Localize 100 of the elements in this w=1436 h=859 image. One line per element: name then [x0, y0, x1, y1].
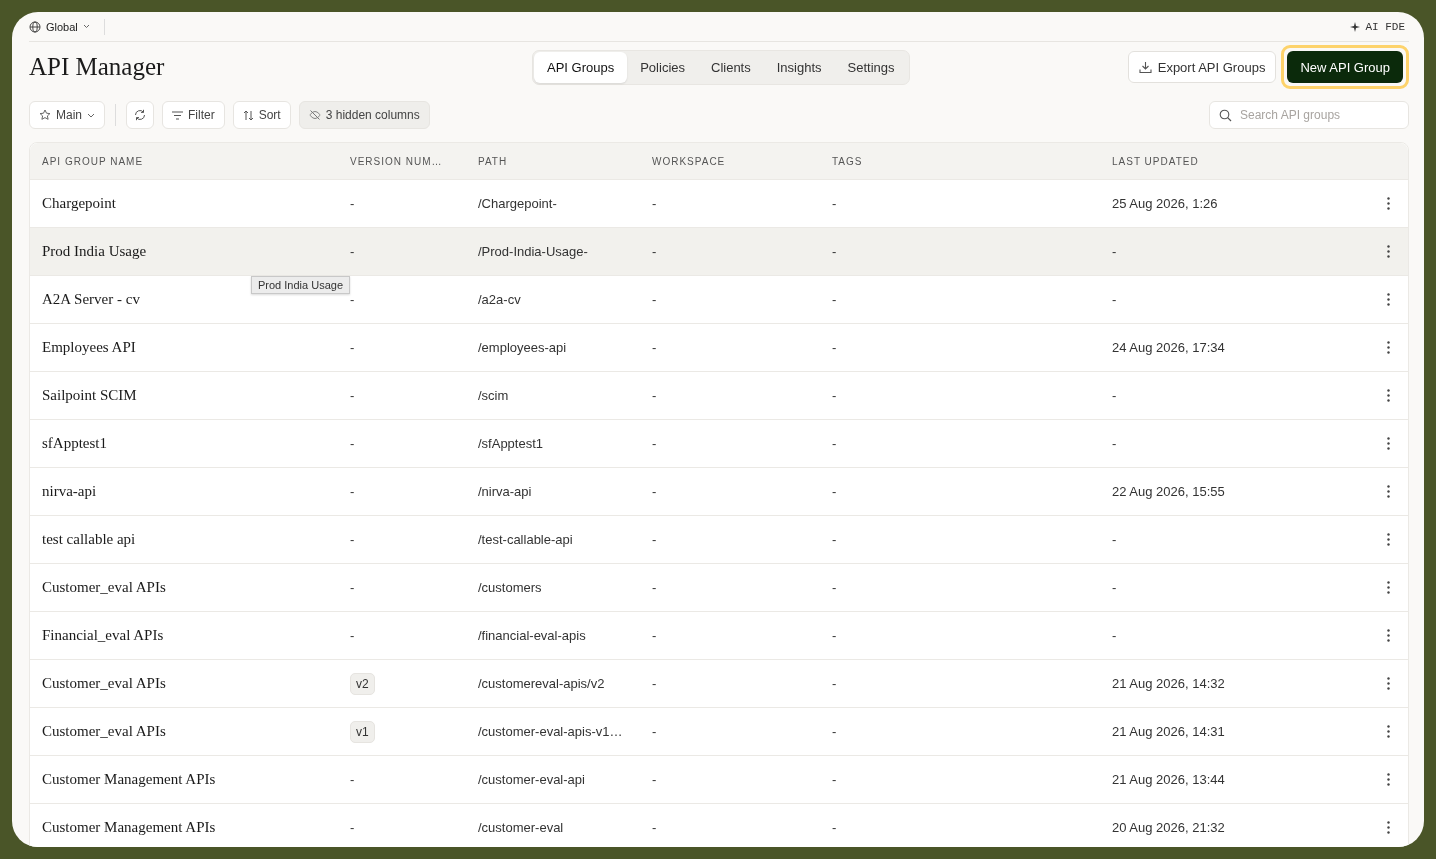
- new-group-button[interactable]: New API Group: [1287, 51, 1403, 83]
- path-text: /customers: [478, 580, 542, 595]
- path-text: /Prod-India-Usage-: [478, 244, 588, 259]
- updated-text: 24 Aug 2026, 17:34: [1112, 340, 1225, 355]
- tags-text: -: [832, 580, 837, 595]
- updated-text: -: [1112, 580, 1117, 595]
- assistant-button[interactable]: AI FDE: [1350, 20, 1409, 33]
- tags-text: -: [832, 292, 837, 307]
- more-icon[interactable]: [1386, 581, 1390, 594]
- workspace-text: -: [652, 628, 657, 643]
- table-row[interactable]: Customer_eval APIs v1 /customer-eval-apis-v1… - - 21 Aug 2026, 14:31: [30, 707, 1408, 755]
- updated-text: 20 Aug 2026, 21:32: [1112, 820, 1225, 835]
- tags-text: -: [832, 436, 837, 451]
- version-tag: v2: [350, 672, 375, 695]
- group-name: test callable api: [42, 531, 136, 548]
- download-icon: [1138, 60, 1152, 74]
- group-name: nirva-api: [42, 483, 97, 500]
- workspace-text: -: [652, 724, 657, 739]
- updated-text: 21 Aug 2026, 14:32: [1112, 676, 1225, 691]
- sort-button[interactable]: Sort: [232, 101, 291, 129]
- more-icon[interactable]: [1386, 197, 1390, 210]
- more-icon[interactable]: [1386, 533, 1390, 546]
- group-name: Prod India Usage: [42, 243, 147, 260]
- version-text: -: [350, 580, 355, 595]
- column-header: API GROUP NAME: [42, 155, 145, 167]
- refresh-icon: [133, 108, 147, 122]
- more-icon[interactable]: [1386, 341, 1390, 354]
- table-row[interactable]: Customer_eval APIs - /customers - - -: [30, 563, 1408, 611]
- column-header: LAST UPDATED: [1112, 155, 1200, 167]
- more-icon[interactable]: [1386, 389, 1390, 402]
- workspace-text: -: [652, 580, 657, 595]
- updated-text: 21 Aug 2026, 14:31: [1112, 724, 1225, 739]
- version-text: -: [350, 196, 355, 211]
- updated-text: -: [1112, 628, 1117, 643]
- tab[interactable]: Policies: [627, 51, 698, 83]
- more-icon[interactable]: [1386, 677, 1390, 690]
- table-row[interactable]: Financial_eval APIs - /financial-eval-apis - - -: [30, 611, 1408, 659]
- more-icon[interactable]: [1386, 629, 1390, 642]
- table-row[interactable]: Sailpoint SCIM - /scim - - -: [30, 371, 1408, 419]
- group-name: Chargepoint: [42, 195, 116, 212]
- more-icon[interactable]: [1386, 725, 1390, 738]
- view-selector[interactable]: Main: [29, 101, 105, 129]
- group-name: Financial_eval APIs: [42, 627, 164, 644]
- more-icon[interactable]: [1386, 437, 1390, 450]
- path-text: /employees-api: [478, 340, 567, 355]
- version-text: -: [350, 820, 355, 835]
- group-name: Sailpoint SCIM: [42, 387, 137, 404]
- tags-text: -: [832, 820, 837, 835]
- globe-icon: [29, 20, 41, 33]
- tags-text: -: [832, 388, 837, 403]
- table-row[interactable]: Customer Management APIs - /customer-eval - - 20 Aug 2026, 21:32: [30, 803, 1408, 847]
- tags-text: -: [832, 484, 837, 499]
- table-row[interactable]: nirva-api - /nirva-api - - 22 Aug 2026, 15:55: [30, 467, 1408, 515]
- hidden-columns-button[interactable]: 3 hidden columns: [298, 101, 430, 129]
- path-text: /sfApptest1: [478, 436, 544, 451]
- path-text: /nirva-api: [478, 484, 532, 499]
- workspace-text: -: [652, 820, 657, 835]
- tab[interactable]: Insights: [763, 51, 835, 83]
- tags-text: -: [832, 628, 837, 643]
- version-text: -: [350, 532, 355, 547]
- more-icon[interactable]: [1386, 245, 1390, 258]
- star-icon: [39, 109, 51, 121]
- path-text: /Chargepoint-: [478, 196, 557, 211]
- more-icon[interactable]: [1386, 773, 1390, 786]
- filter-button[interactable]: Filter: [162, 101, 225, 129]
- scope-selector[interactable]: Global: [29, 20, 90, 33]
- table-row[interactable]: Prod India Usage - /Prod-India-Usage- - - -: [30, 227, 1408, 275]
- more-icon[interactable]: [1386, 485, 1390, 498]
- workspace-text: -: [652, 772, 657, 787]
- search-field[interactable]: Search API groups: [1209, 101, 1409, 129]
- group-name: Customer_eval APIs: [42, 723, 166, 740]
- version-text: -: [350, 244, 355, 259]
- more-icon[interactable]: [1386, 821, 1390, 834]
- page-title: API Manager: [29, 53, 165, 81]
- path-text: /test-callable-api: [478, 532, 573, 547]
- version-text: -: [350, 484, 355, 499]
- caret-icon: [87, 112, 95, 118]
- tab[interactable]: Settings: [834, 51, 908, 83]
- path-text: /customereval-apis/v2: [478, 676, 605, 691]
- tab[interactable]: API Groups: [534, 51, 628, 83]
- workspace-text: -: [652, 292, 657, 307]
- table-row[interactable]: Employees API - /employees-api - - 24 Aug 2026, 17:34: [30, 323, 1408, 371]
- export-button[interactable]: Export API Groups: [1127, 51, 1277, 83]
- more-icon[interactable]: [1386, 293, 1390, 306]
- column-header: PATH: [478, 155, 509, 167]
- workspace-text: -: [652, 484, 657, 499]
- group-name: sfApptest1: [42, 435, 107, 452]
- table-row[interactable]: Customer_eval APIs v2 /customereval-apis/v2 - - 21 Aug 2026, 14:32: [30, 659, 1408, 707]
- table-row[interactable]: sfApptest1 - /sfApptest1 - - -: [30, 419, 1408, 467]
- filter-icon: [172, 110, 183, 120]
- eye-off-icon: [308, 109, 321, 121]
- table-row[interactable]: test callable api - /test-callable-api - - -: [30, 515, 1408, 563]
- tab[interactable]: Clients: [698, 51, 764, 83]
- path-text: /customer-eval-apis-v1…: [478, 724, 623, 739]
- updated-text: -: [1112, 532, 1117, 547]
- workspace-text: -: [652, 676, 657, 691]
- path-text: /a2a-cv: [478, 292, 521, 307]
- version-text: -: [350, 340, 355, 355]
- table-row[interactable]: Customer Management APIs - /customer-eval-api - - 21 Aug 2026, 13:44: [30, 755, 1408, 803]
- updated-text: -: [1112, 388, 1117, 403]
